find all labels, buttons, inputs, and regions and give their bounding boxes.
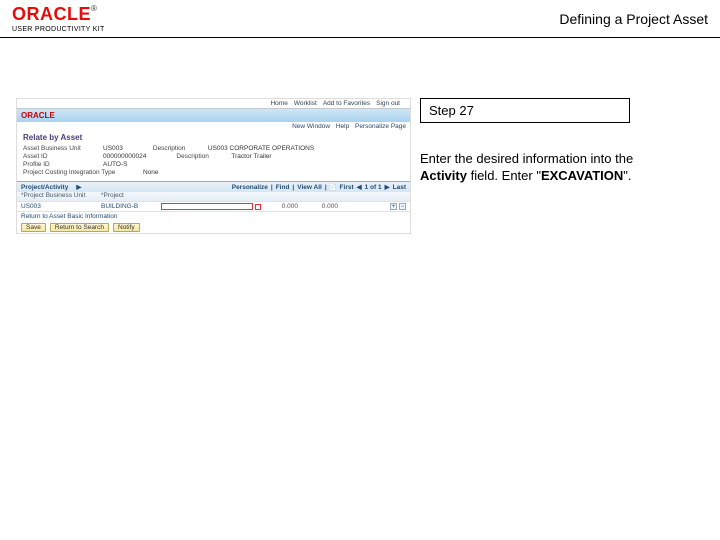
row-delete-icon[interactable]: − — [399, 203, 406, 210]
link-new-window[interactable]: New Window — [292, 123, 330, 130]
instruction-suffix: ". — [623, 168, 631, 183]
col-project-bu: *Project Business Unit — [21, 192, 101, 201]
shot-fields: Asset Business Unit US003 Description US… — [17, 143, 410, 181]
grid-pager-range: 1 of 1 — [365, 184, 382, 191]
val-business-unit: US003 — [103, 145, 123, 152]
val-pc-integration-type: None — [143, 169, 159, 176]
registered-mark: ® — [91, 4, 97, 13]
save-button[interactable]: Save — [21, 223, 46, 232]
link-help[interactable]: Help — [336, 123, 349, 130]
table-row: US003 BUILDING-B 0.000 0.000 + − — [17, 201, 410, 211]
instruction-text: Enter the desired information into the A… — [420, 151, 680, 185]
cell-amount-1: 0.000 — [261, 203, 301, 210]
val-profile-id: AUTO-S — [103, 161, 127, 168]
col-project: *Project — [101, 192, 161, 201]
page-title: Defining a Project Asset — [559, 11, 708, 27]
grid-pager-first[interactable]: First — [340, 184, 354, 191]
doc-header: ORACLE® USER PRODUCTIVITY KIT Defining a… — [0, 0, 720, 38]
oracle-logo: ORACLE — [12, 4, 91, 24]
grid-tab-expand-icon[interactable]: ▶ — [76, 183, 81, 191]
link-personalize-page[interactable]: Personalize Page — [355, 123, 406, 130]
instruction-entry-value: EXCAVATION — [541, 168, 623, 183]
lbl-pc-integration-type: Project Costing Integration Type — [23, 169, 143, 176]
step-label: Step 27 — [429, 103, 474, 118]
grid-pager-last[interactable]: Last — [393, 184, 406, 191]
nav-worklist[interactable]: Worklist — [294, 100, 317, 107]
row-add-icon[interactable]: + — [390, 203, 397, 210]
grid-personalize[interactable]: Personalize — [232, 184, 268, 191]
val-asset-id: 000000000024 — [103, 153, 146, 160]
step-label-box: Step 27 — [420, 98, 630, 123]
nav-add-favorites[interactable]: Add to Favorites — [323, 100, 370, 107]
lbl-profile-id: Profile ID — [23, 161, 103, 168]
instruction-mid: field. Enter " — [467, 168, 541, 183]
shot-sublinks: New Window Help Personalize Page — [17, 122, 410, 130]
oracle-logo-block: ORACLE® USER PRODUCTIVITY KIT — [12, 5, 105, 33]
notify-button[interactable]: Notify — [113, 223, 140, 232]
lbl-description-2: Description — [176, 153, 231, 160]
shot-grid: Project/Activity ▶ Personalize | Find | … — [17, 181, 410, 221]
shot-oracle-logo: ORACLE — [21, 111, 55, 120]
shot-footer: Save Return to Search Notify — [17, 221, 410, 233]
app-screenshot: Home Worklist Add to Favorites Sign out … — [16, 98, 411, 234]
val-description-2: Tractor Trailer — [231, 153, 271, 160]
shot-topnav: Home Worklist Add to Favorites Sign out — [17, 99, 410, 109]
shot-page-title: Relate by Asset — [17, 130, 410, 143]
instruction-field-name: Activity — [420, 168, 467, 183]
cell-project-bu[interactable]: US003 — [21, 203, 101, 210]
lbl-description: Description — [153, 145, 208, 152]
activity-input[interactable] — [161, 203, 253, 210]
link-return-asset-info[interactable]: Return to Asset Basic Information — [21, 213, 117, 220]
nav-sign-out[interactable]: Sign out — [376, 100, 400, 107]
instruction-prefix: Enter the desired information into the — [420, 151, 633, 166]
grid-find[interactable]: Find — [276, 184, 290, 191]
grid-view-all[interactable]: View All — [297, 184, 322, 191]
val-description: US003 CORPORATE OPERATIONS — [208, 145, 314, 152]
product-subtitle: USER PRODUCTIVITY KIT — [12, 26, 105, 33]
shot-brandbar: ORACLE — [17, 109, 410, 122]
lbl-business-unit: Asset Business Unit — [23, 145, 103, 152]
nav-home[interactable]: Home — [270, 100, 287, 107]
lbl-asset-id: Asset ID — [23, 153, 103, 160]
cell-project[interactable]: BUILDING-B — [101, 203, 161, 210]
return-to-search-button[interactable]: Return to Search — [50, 223, 109, 232]
cell-amount-2: 0.000 — [301, 203, 341, 210]
grid-tab-project-activity[interactable]: Project/Activity — [21, 184, 68, 191]
